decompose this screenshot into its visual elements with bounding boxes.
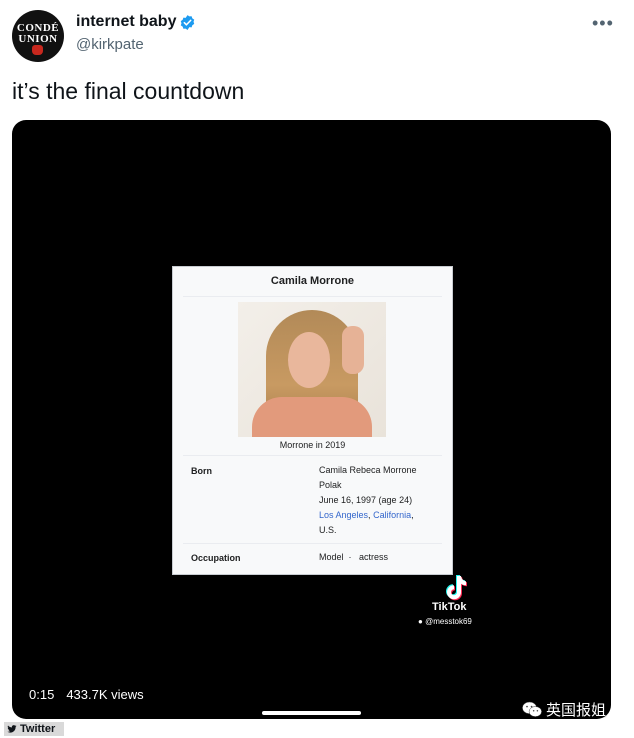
verified-badge-icon: [180, 15, 195, 30]
link-california[interactable]: California: [373, 510, 411, 520]
occupation-actress: actress: [359, 552, 389, 562]
view-count: 433.7K views: [66, 687, 144, 702]
account-handle[interactable]: @kirkpate: [76, 36, 144, 53]
divider: [183, 543, 442, 544]
comma: ,: [368, 510, 371, 520]
avatar[interactable]: CONDÉ UNION: [12, 10, 64, 62]
watermark-text: 英国报姐: [546, 702, 607, 719]
tweet-text: it’s the final countdown: [12, 78, 245, 104]
occupation-label: Occupation: [191, 553, 241, 563]
tiktok-icon: [446, 575, 467, 601]
occupation-model: Model: [319, 552, 344, 562]
portrait-photo: [238, 302, 386, 437]
born-name-line2: Polak: [319, 480, 342, 490]
video-meta: 0:15 433.7K views: [29, 687, 144, 702]
infobox-title: Camila Morrone: [270, 275, 355, 287]
video-scrubber[interactable]: [262, 711, 361, 715]
image-credit: Twitter: [4, 722, 64, 736]
fist-icon: [32, 45, 43, 55]
avatar-text-line2: UNION: [18, 33, 58, 45]
born-country: U.S.: [319, 525, 337, 535]
more-horizontal-icon[interactable]: •••: [592, 13, 614, 34]
born-label: Born: [191, 466, 212, 476]
tiktok-label: TikTok: [432, 601, 467, 613]
born-date: June 16, 1997 (age 24): [319, 495, 413, 505]
video-time: 0:15: [29, 687, 55, 702]
born-place: Los Angeles, California,: [319, 508, 417, 523]
comma: ,: [411, 510, 414, 520]
user-icon: ●: [418, 617, 423, 626]
display-name[interactable]: internet baby: [76, 13, 176, 31]
photo-caption: Morrone in 2019: [279, 440, 346, 450]
twitter-bird-icon: [7, 725, 17, 733]
divider: [183, 296, 442, 297]
credit-text: Twitter: [20, 723, 56, 735]
wechat-icon: [522, 701, 542, 717]
video-player[interactable]: Camila Morrone Morrone in 2019 Born Cami…: [12, 120, 611, 719]
tiktok-username-text: @messtok69: [425, 617, 472, 626]
separator-dot: ·: [348, 552, 352, 562]
wiki-infobox: Camila Morrone Morrone in 2019 Born Cami…: [172, 266, 453, 575]
occupation-value: Model · actress: [319, 550, 388, 565]
link-los-angeles[interactable]: Los Angeles: [319, 510, 368, 520]
tiktok-username: ● @messtok69: [418, 617, 472, 626]
born-value: Camila Rebeca Morrone Polak June 16, 199…: [319, 463, 417, 538]
divider: [183, 455, 442, 456]
born-name-line1: Camila Rebeca Morrone: [319, 465, 417, 475]
